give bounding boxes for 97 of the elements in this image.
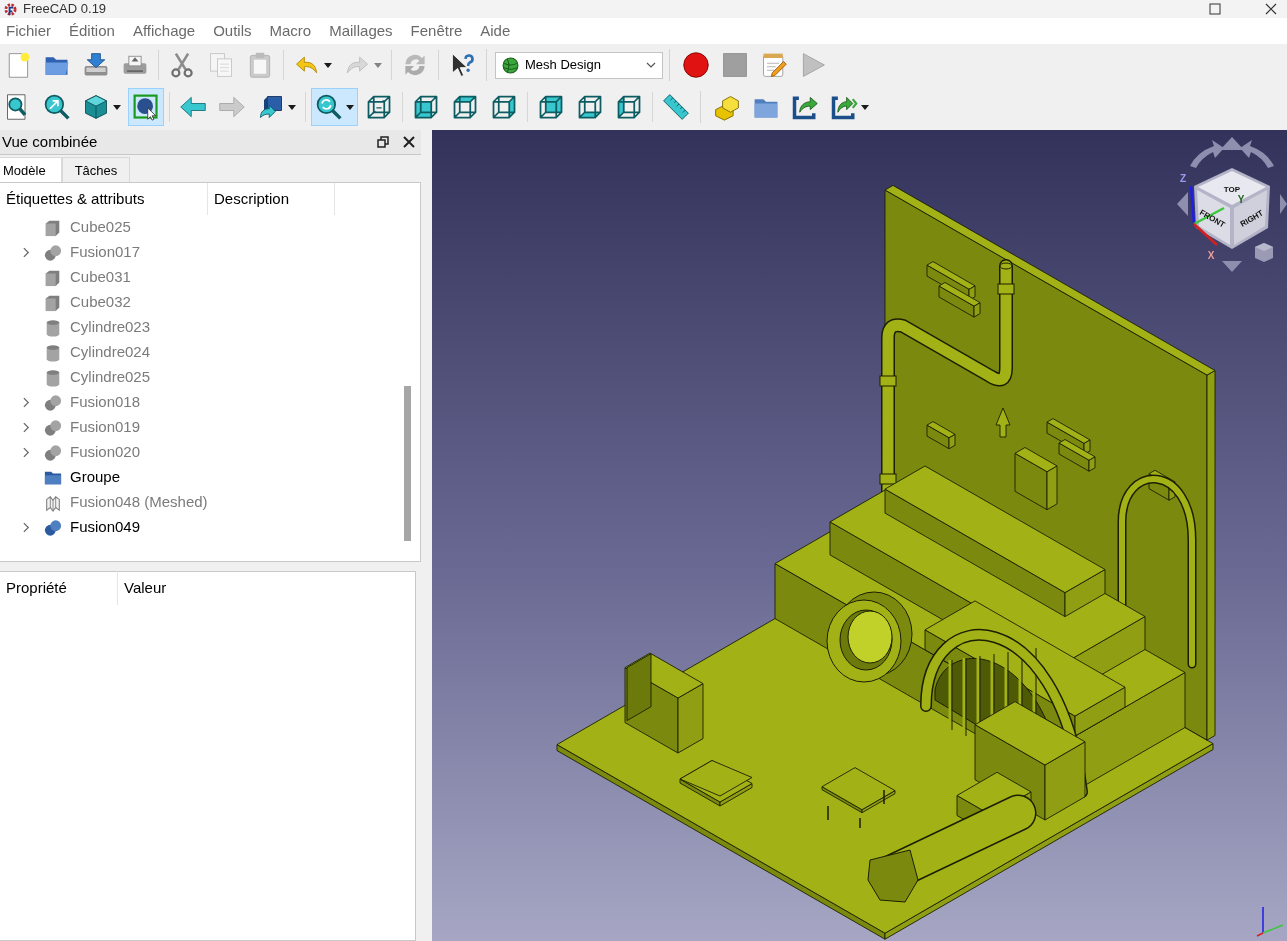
navigation-cube[interactable]	[1194, 168, 1270, 249]
tree-item-label[interactable]: Cube032	[70, 291, 131, 314]
tree-item-label[interactable]: Cube031	[70, 266, 131, 289]
overlapping-shapes-icon	[44, 518, 62, 537]
cube-icon	[44, 293, 62, 312]
cylinder-icon	[44, 343, 62, 362]
scrollbar-thumb[interactable]	[404, 386, 411, 541]
cube-icon	[44, 218, 62, 237]
menu-item[interactable]: Maillages	[320, 18, 402, 44]
window-title: FreeCAD 0.19	[23, 0, 107, 18]
overlapping-shapes-icon	[44, 418, 62, 437]
tree-item-label[interactable]: Cylindre025	[70, 366, 151, 389]
menu-item[interactable]: Aide	[471, 18, 520, 44]
close-icon	[1265, 3, 1277, 15]
menu-item[interactable]: Macro	[260, 18, 321, 44]
overlapping-shapes-icon	[44, 393, 62, 412]
cube-rear-face-icon	[537, 93, 565, 121]
menu-item[interactable]: Outils	[204, 18, 261, 44]
cube-bottom-face-icon	[576, 93, 604, 121]
rotate-arrow-icon[interactable]	[1190, 140, 1224, 168]
tree-item-label[interactable]: Cylindre023	[70, 316, 151, 339]
chevron-right-icon[interactable]	[23, 422, 30, 433]
caret-icon	[374, 62, 382, 68]
cube-top-face-icon	[451, 93, 479, 121]
panel-tab[interactable]: Modèle	[0, 157, 62, 182]
close-icon	[403, 136, 415, 148]
axis-label: X	[1207, 249, 1215, 261]
right-arrow-icon	[218, 93, 246, 121]
caret-icon	[113, 104, 121, 110]
menu-item[interactable]: Édition	[60, 18, 124, 44]
cube-icon[interactable]	[1255, 243, 1273, 262]
panel-tab[interactable]: Tâches	[61, 157, 131, 182]
column-header[interactable]: Étiquettes & attributs	[0, 183, 208, 215]
triangle-arrow-icon[interactable]	[1280, 194, 1287, 214]
restore-icon	[377, 136, 389, 148]
caret-icon	[288, 104, 296, 110]
caret-icon	[861, 104, 869, 110]
tree-item-label[interactable]: Fusion017	[70, 241, 141, 264]
menu-item[interactable]: Fichier	[0, 18, 60, 44]
chevron-right-icon[interactable]	[23, 247, 30, 258]
magnifier-arrows-icon	[315, 93, 343, 121]
chevron-right-icon[interactable]	[23, 522, 30, 533]
scissors-icon	[168, 51, 196, 79]
caret-icon	[324, 62, 332, 68]
maximize-icon	[1209, 3, 1221, 15]
sync-zoom-button[interactable]	[311, 88, 358, 126]
rotate-arrow-icon[interactable]	[1240, 140, 1274, 168]
column-header[interactable]: Propriété	[0, 571, 118, 605]
link-arrows-icon	[830, 93, 858, 121]
cube-face-label[interactable]: TOP	[1223, 185, 1241, 195]
triangle-arrow-icon[interactable]	[1222, 261, 1242, 272]
sphere-in-box-icon	[132, 93, 160, 121]
cylinder-icon	[44, 368, 62, 387]
tree-item-label[interactable]: Cylindre024	[70, 341, 151, 364]
menu-item[interactable]: Fenêtre	[401, 18, 472, 44]
chevron-right-icon[interactable]	[23, 397, 30, 408]
cube-arrow-icon	[257, 93, 285, 121]
pages-icon	[207, 51, 235, 79]
mesh-icon	[44, 493, 62, 512]
workbench-dropdown[interactable]: Mesh Design	[495, 51, 663, 79]
cube-front-face-icon	[412, 93, 440, 121]
cylinder-icon	[44, 318, 62, 337]
cube-icon	[44, 268, 62, 287]
blocks-icon	[713, 93, 741, 121]
overlapping-shapes-icon	[44, 243, 62, 262]
record-dot-icon	[682, 51, 710, 79]
sphere-icon	[502, 56, 519, 74]
cube-icon	[82, 93, 110, 121]
magnifier-arrow-icon	[43, 93, 71, 121]
stop-square-icon	[721, 51, 749, 79]
triangle-arrow-icon[interactable]	[1177, 192, 1188, 216]
left-arrow-icon	[179, 93, 207, 121]
wireframe-cube-icon	[365, 93, 393, 121]
caret-icon	[346, 104, 354, 110]
tree-item-label[interactable]: Fusion049	[70, 516, 141, 539]
column-header[interactable]: Description	[208, 183, 335, 215]
chevron-right-icon[interactable]	[23, 447, 30, 458]
tree-item-label[interactable]: Fusion018	[70, 391, 141, 414]
menu-item[interactable]: Affichage	[123, 18, 205, 44]
column-header[interactable]: Valeur	[118, 571, 258, 605]
notepad-pencil-icon	[760, 51, 788, 79]
tree-item-label[interactable]: Fusion048 (Meshed)	[70, 491, 208, 514]
triangle-arrow-icon[interactable]	[1220, 137, 1244, 150]
cube-left-face-icon	[615, 93, 643, 121]
bounding-box-button[interactable]	[128, 88, 164, 126]
tree-item-label[interactable]: Fusion020	[70, 441, 141, 464]
app-logo-icon	[4, 2, 17, 16]
tree-item-label[interactable]: Groupe	[70, 466, 121, 489]
panel-title: Vue combinée	[2, 131, 99, 152]
axis-label: Z	[1179, 172, 1187, 184]
axis-label: Y	[1237, 193, 1245, 205]
cube-right-face-icon	[490, 93, 518, 121]
chevron-down-icon	[646, 62, 656, 68]
overlapping-shapes-icon	[44, 443, 62, 462]
disk-drive-icon	[82, 51, 110, 79]
tree-item-label[interactable]: Cube025	[70, 216, 131, 239]
tree-item-label[interactable]: Fusion019	[70, 416, 141, 439]
